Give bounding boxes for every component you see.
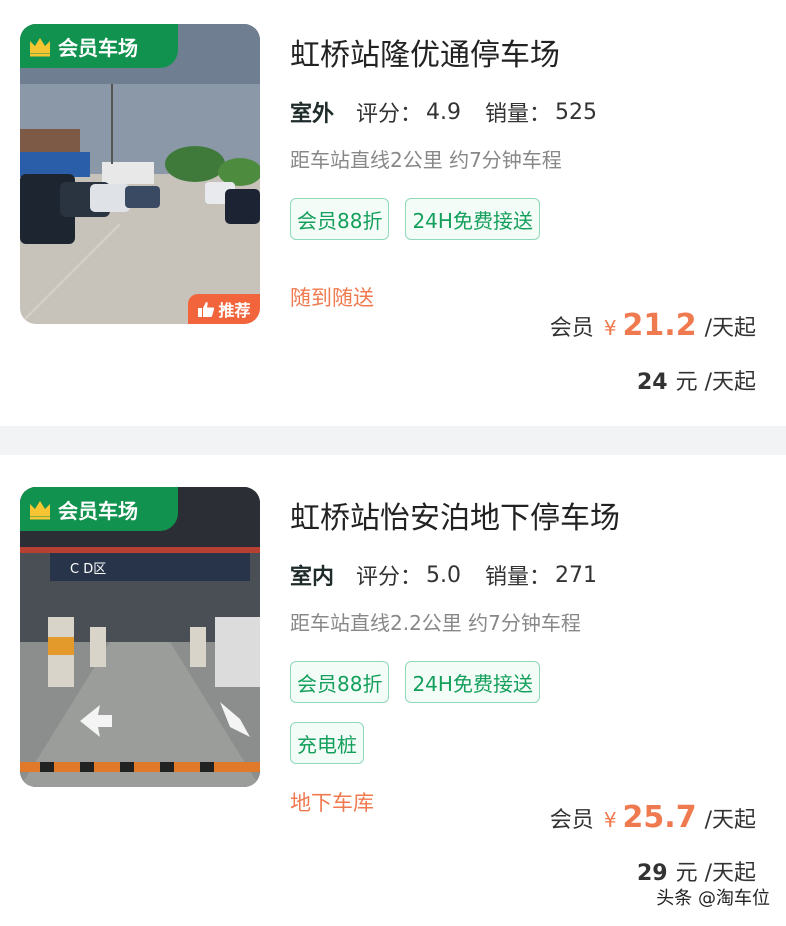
recommend-label: 推荐 bbox=[218, 301, 251, 320]
member-lot-badge: 会员车场 bbox=[20, 487, 178, 531]
environment-type: 室内 bbox=[287, 559, 337, 593]
distance-info: 距车站直线2.2公里 约7分钟车程 bbox=[290, 611, 581, 635]
member-price-amount: 21.2 bbox=[622, 308, 697, 343]
sales-label: 销量： bbox=[485, 102, 552, 127]
parking-photo-underground[interactable]: C D区 会员车场 bbox=[20, 487, 260, 787]
original-price-unit: 元 /天起 bbox=[675, 370, 756, 395]
member-price: 会员 ¥ 21.2 /天起 bbox=[550, 308, 756, 343]
shuttle-tag: 24H免费接送 bbox=[405, 661, 540, 703]
discount-tag: 会员88折 bbox=[290, 198, 390, 240]
member-lot-label: 会员车场 bbox=[58, 35, 138, 60]
member-price-label: 会员 bbox=[549, 808, 594, 833]
rating-label: 评分： bbox=[356, 102, 423, 127]
member-price-amount: 25.7 bbox=[622, 800, 697, 835]
feature-text: 随到随送 bbox=[290, 286, 374, 310]
underground-garage-image: C D区 bbox=[20, 487, 260, 787]
price-unit: /天起 bbox=[704, 808, 756, 833]
sales-value: 525 bbox=[555, 99, 598, 125]
rating-value: 5.0 bbox=[426, 562, 462, 588]
listing-card[interactable]: 会员车场 推荐 虹桥站隆优通停车场 室外 评分： 4.9 销量： 525 距车站… bbox=[0, 0, 786, 426]
member-lot-label: 会员车场 bbox=[58, 498, 138, 523]
member-price: 会员 ¥ 25.7 /天起 bbox=[550, 800, 756, 835]
member-lot-badge: 会员车场 bbox=[20, 24, 178, 68]
feature-text: 地下车库 bbox=[290, 791, 374, 815]
service-tags-row2: 充电桩 bbox=[290, 722, 364, 764]
currency-symbol: ¥ bbox=[603, 808, 617, 832]
parking-photo-outdoor[interactable]: 会员车场 推荐 bbox=[20, 24, 260, 324]
original-price-unit: 元 /天起 bbox=[675, 861, 756, 886]
lot-meta: 室外 评分： 4.9 销量： 525 bbox=[287, 96, 621, 130]
rating-label: 评分： bbox=[356, 565, 423, 590]
original-price: 29 元 /天起 bbox=[637, 855, 756, 887]
thumbs-up-icon bbox=[198, 302, 215, 317]
price-unit: /天起 bbox=[704, 316, 756, 341]
discount-tag: 会员88折 bbox=[290, 661, 390, 703]
lot-title[interactable]: 虹桥站隆优通停车场 bbox=[290, 30, 560, 74]
sales-value: 271 bbox=[555, 562, 598, 588]
sales-label: 销量： bbox=[485, 565, 552, 590]
garage-sign-text: C D区 bbox=[70, 562, 106, 577]
service-tags: 会员88折 24H免费接送 bbox=[290, 661, 540, 703]
crown-icon bbox=[30, 38, 50, 57]
original-price-amount: 29 bbox=[636, 861, 668, 886]
charging-pile-tag: 充电桩 bbox=[290, 722, 364, 764]
environment-type: 室外 bbox=[287, 96, 337, 130]
watermark: 头条 @淘车位 bbox=[656, 888, 770, 909]
shuttle-tag: 24H免费接送 bbox=[405, 198, 540, 240]
service-tags: 会员88折 24H免费接送 bbox=[290, 198, 540, 240]
rating-value: 4.9 bbox=[426, 99, 462, 125]
distance-info: 距车站直线2公里 约7分钟车程 bbox=[290, 148, 562, 172]
lot-title[interactable]: 虹桥站怡安泊地下停车场 bbox=[290, 493, 620, 537]
recommend-badge: 推荐 bbox=[188, 294, 260, 324]
currency-symbol: ¥ bbox=[603, 316, 617, 340]
member-price-label: 会员 bbox=[549, 316, 594, 341]
outdoor-lot-image bbox=[20, 24, 260, 324]
lot-meta: 室内 评分： 5.0 销量： 271 bbox=[287, 559, 621, 593]
listing-card[interactable]: C D区 会员车场 虹桥站怡安泊地下停车场 室内 评分： 5.0 销量： 271 bbox=[0, 455, 786, 926]
original-price: 24 元 /天起 bbox=[637, 364, 756, 396]
crown-icon bbox=[30, 501, 50, 520]
original-price-amount: 24 bbox=[636, 370, 668, 395]
